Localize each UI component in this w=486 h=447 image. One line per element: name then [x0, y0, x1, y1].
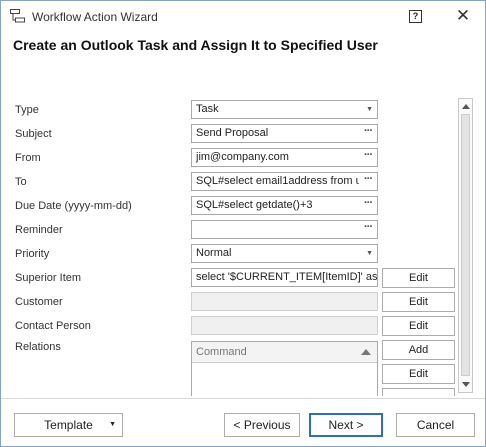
sort-up-icon [361, 349, 371, 355]
relations-table[interactable]: Command [191, 341, 378, 396]
relations-add-button[interactable]: Add [382, 340, 455, 360]
contact-person-field[interactable] [191, 316, 378, 335]
to-label: To [15, 176, 27, 188]
due-date-ellipsis-button[interactable]: ··· [359, 197, 377, 214]
scrollbar-thumb[interactable] [461, 114, 470, 376]
type-label: Type [15, 104, 39, 116]
due-date-field[interactable]: SQL#select getdate()+3 ··· [191, 196, 378, 215]
from-value: jim@company.com [196, 151, 289, 163]
due-date-label: Due Date (yyyy-mm-dd) [15, 200, 132, 212]
superior-item-value: select '$CURRENT_ITEM[ItemID]' as I [196, 271, 378, 283]
customer-field[interactable] [191, 292, 378, 311]
subject-label: Subject [15, 128, 52, 140]
chevron-down-icon: ▼ [109, 421, 116, 428]
to-ellipsis-button[interactable]: ··· [359, 173, 377, 190]
window-title: Workflow Action Wizard [32, 10, 158, 24]
command-column-label: Command [196, 346, 247, 358]
reminder-label: Reminder [15, 224, 63, 236]
title-bar: Workflow Action Wizard ? ✕ [1, 1, 485, 32]
type-value: Task [196, 103, 219, 115]
vertical-scrollbar[interactable] [458, 98, 473, 393]
contact-person-edit-button[interactable]: Edit [382, 316, 455, 336]
command-column-header[interactable]: Command [192, 342, 377, 363]
reminder-ellipsis-button[interactable]: ··· [359, 221, 377, 238]
next-button[interactable]: Next > [309, 413, 383, 437]
customer-label: Customer [15, 296, 63, 308]
workflow-icon [10, 9, 25, 23]
reminder-field[interactable]: ··· [191, 220, 378, 239]
wizard-window: Workflow Action Wizard ? ✕ Create an Out… [0, 0, 486, 447]
close-button[interactable]: ✕ [450, 4, 476, 28]
type-select[interactable]: Task ▼ [191, 100, 378, 119]
wizard-footer: Template ▼ < Previous Next > Cancel [1, 398, 485, 446]
priority-select[interactable]: Normal ▼ [191, 244, 378, 263]
cancel-button[interactable]: Cancel [396, 413, 475, 437]
from-ellipsis-button[interactable]: ··· [359, 149, 377, 166]
due-date-value: SQL#select getdate()+3 [196, 199, 313, 211]
superior-item-edit-button[interactable]: Edit [382, 268, 455, 288]
to-value: SQL#select email1address from us [196, 175, 368, 187]
relations-label: Relations [15, 341, 61, 353]
subject-ellipsis-button[interactable]: ··· [359, 125, 377, 142]
scroll-down-icon[interactable] [462, 382, 470, 387]
template-button[interactable]: Template ▼ [14, 413, 123, 437]
chevron-down-icon: ▼ [366, 250, 373, 257]
chevron-down-icon: ▼ [366, 106, 373, 113]
from-field[interactable]: jim@company.com ··· [191, 148, 378, 167]
previous-button[interactable]: < Previous [224, 413, 300, 437]
relations-remove-button[interactable] [382, 388, 455, 396]
page-title: Create an Outlook Task and Assign It to … [13, 37, 378, 53]
form-area: Type Task ▼ Subject Send Proposal ··· Fr… [1, 64, 485, 396]
customer-edit-button[interactable]: Edit [382, 292, 455, 312]
template-label: Template [44, 418, 93, 432]
priority-value: Normal [196, 247, 232, 259]
to-field[interactable]: SQL#select email1address from us ··· [191, 172, 378, 191]
superior-item-field[interactable]: select '$CURRENT_ITEM[ItemID]' as I [191, 268, 378, 287]
subject-field[interactable]: Send Proposal ··· [191, 124, 378, 143]
relations-edit-button[interactable]: Edit [382, 364, 455, 384]
scroll-up-icon[interactable] [462, 104, 470, 109]
contact-person-label: Contact Person [15, 320, 91, 332]
from-label: From [15, 152, 41, 164]
help-button[interactable]: ? [409, 10, 422, 23]
subject-value: Send Proposal [196, 127, 269, 139]
superior-item-label: Superior Item [15, 272, 82, 284]
priority-label: Priority [15, 248, 50, 260]
